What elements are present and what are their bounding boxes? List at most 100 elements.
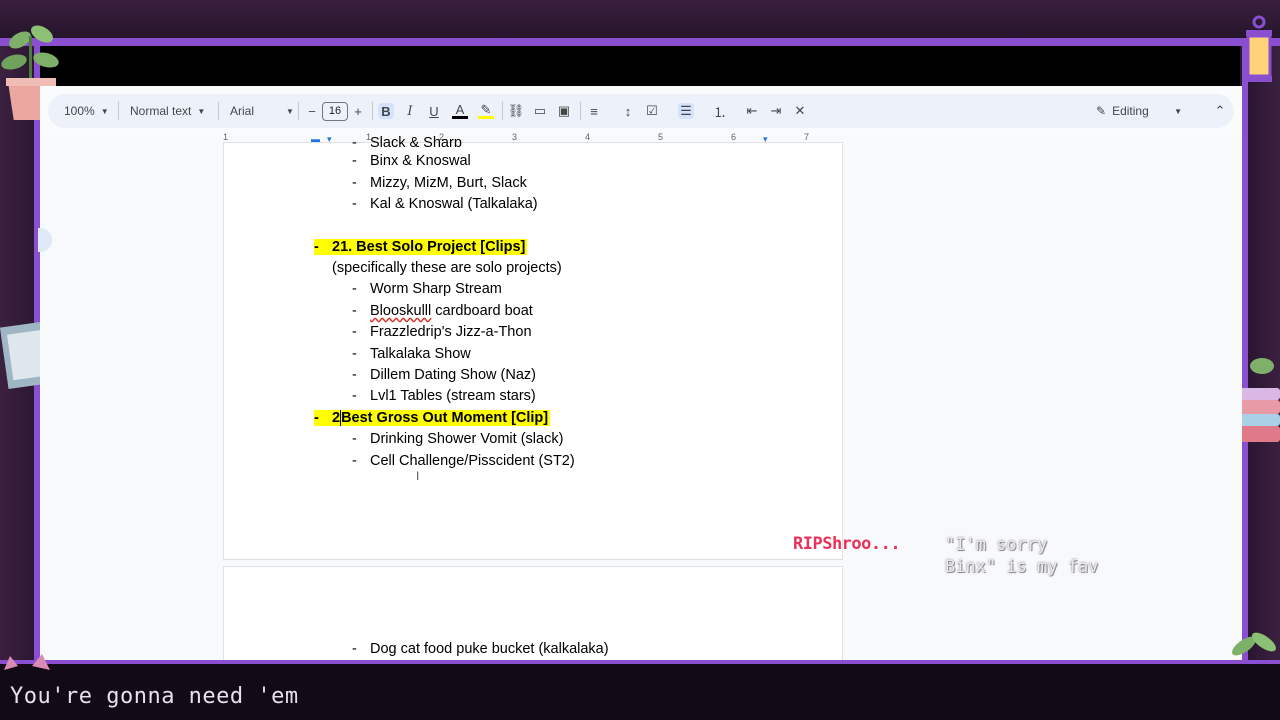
clear-formatting-icon[interactable]: ✕ bbox=[792, 103, 808, 119]
list-item-text: Binx & Knoswal bbox=[370, 153, 471, 169]
highlight-color-icon[interactable]: ✎ bbox=[478, 102, 494, 119]
chevron-up-icon[interactable]: ⌃ bbox=[1212, 103, 1228, 119]
chevron-down-icon: ▼ bbox=[1174, 106, 1182, 116]
chat-username: RIPShroo... bbox=[793, 534, 901, 554]
toolbar-divider bbox=[118, 102, 119, 120]
link-icon[interactable]: ⛓ bbox=[508, 103, 525, 119]
list-item: - Drinking Shower Vomit (slack) bbox=[352, 431, 563, 447]
list-item-text: Slack & Sharp bbox=[370, 135, 462, 147]
bullet-dash: - bbox=[352, 135, 357, 147]
list-item: - Worm Sharp Stream bbox=[352, 281, 502, 297]
chevron-down-icon: ▼ bbox=[197, 106, 206, 116]
overlay-purple-trim bbox=[0, 38, 1280, 46]
zoom-select[interactable]: 100% ▼ bbox=[64, 104, 109, 118]
bullet-dash: - bbox=[314, 410, 319, 426]
overlay-black-band bbox=[40, 46, 1240, 86]
bullet-dash: - bbox=[352, 641, 357, 657]
bullet-dash: - bbox=[352, 367, 357, 383]
bullet-dash: - bbox=[352, 153, 357, 169]
category-note: (specifically these are solo projects) bbox=[332, 260, 562, 276]
bullet-dash: - bbox=[352, 324, 357, 340]
checklist-icon[interactable]: ☑ bbox=[644, 103, 660, 119]
list-item-text: Dog cat food puke bucket (kalkalaka) bbox=[370, 641, 609, 657]
line-spacing-icon[interactable]: ↕ bbox=[620, 103, 636, 119]
overlay-top-border bbox=[0, 0, 1280, 40]
ruler-number: 6 bbox=[731, 132, 737, 142]
list-item: - Lvl1 Tables (stream stars) bbox=[352, 388, 536, 404]
pencil-icon: ✎ bbox=[1096, 104, 1107, 118]
bullet-dash: - bbox=[352, 431, 357, 447]
list-item-text: Kal & Knoswal (Talkalaka) bbox=[370, 196, 538, 212]
heading-text: 21. Best Solo Project [Clips] bbox=[332, 239, 526, 255]
document-page-2[interactable]: - Dog cat food puke bucket (kalkalaka) bbox=[223, 566, 843, 660]
bullet-dash: - bbox=[314, 239, 319, 255]
align-left-icon[interactable]: ≡ bbox=[586, 103, 602, 119]
ruler-number: 3 bbox=[512, 132, 518, 142]
style-select[interactable]: Normal text ▼ bbox=[130, 104, 205, 118]
toolbar-divider bbox=[502, 102, 503, 120]
list-item: - Cell Challenge/Pisscident (ST2) bbox=[352, 453, 575, 469]
font-select[interactable]: Arial ▼ bbox=[230, 104, 294, 118]
docs-toolbar: 100% ▼ Normal text ▼ Arial ▼ − 16 + B I U A… bbox=[40, 86, 1242, 136]
toolbar-divider bbox=[372, 102, 373, 120]
zoom-value: 100% bbox=[64, 104, 95, 118]
font-value: Arial bbox=[230, 104, 255, 118]
overlay-purple-bottom bbox=[0, 660, 1280, 664]
text-color-icon[interactable]: A bbox=[452, 102, 468, 119]
misspelled-word[interactable]: Blooskulll bbox=[370, 303, 431, 319]
list-item-text: cardboard boat bbox=[435, 303, 533, 319]
list-item-text: Cell Challenge/Pisscident (ST2) bbox=[370, 453, 575, 469]
category-heading-22: -2Best Gross Out Moment [Clip] bbox=[314, 410, 551, 426]
stream-caption: You're gonna need 'em bbox=[10, 684, 299, 709]
image-icon[interactable]: ▣ bbox=[556, 103, 572, 119]
increase-indent-icon[interactable]: ⇥ bbox=[768, 103, 784, 119]
bullet-dash: - bbox=[352, 196, 357, 212]
ruler-number: 1 bbox=[223, 132, 229, 142]
decrease-indent-icon[interactable]: ⇤ bbox=[744, 103, 760, 119]
heading-text: Best Gross Out Moment [Clip] bbox=[341, 410, 549, 426]
ruler-number: 7 bbox=[804, 132, 810, 142]
bulleted-list-icon[interactable]: ☰ bbox=[678, 103, 694, 119]
chat-message-line: "I'm sorry bbox=[945, 535, 1048, 555]
bold-icon[interactable]: B bbox=[378, 103, 394, 119]
font-size-input[interactable]: 16 bbox=[322, 102, 348, 121]
italic-icon[interactable]: I bbox=[402, 103, 418, 119]
document-page[interactable]: - Slack & Sharp - Binx & Knoswal - Mizzy, M… bbox=[223, 135, 843, 560]
toolbar-divider bbox=[298, 102, 299, 120]
list-item-text: Lvl1 Tables (stream stars) bbox=[370, 388, 536, 404]
heading-prefix: 2 bbox=[332, 410, 341, 426]
list-item: - Talkalaka Show bbox=[352, 346, 471, 362]
toolbar-divider bbox=[218, 102, 219, 120]
list-item: - Binx & Knoswal bbox=[352, 153, 471, 169]
bullet-dash: - bbox=[352, 346, 357, 362]
numbered-list-icon[interactable]: ⒈ bbox=[712, 103, 728, 120]
editing-mode-select[interactable]: ✎ Editing ▼ bbox=[1096, 104, 1182, 118]
ruler-number: 4 bbox=[585, 132, 591, 142]
bullet-dash: - bbox=[352, 303, 357, 319]
editing-mode-label: Editing bbox=[1112, 104, 1149, 118]
increase-font-size-icon[interactable]: + bbox=[350, 103, 366, 119]
ruler-number: 5 bbox=[658, 132, 664, 142]
list-item-text: Dillem Dating Show (Naz) bbox=[370, 367, 536, 383]
chevron-down-icon: ▼ bbox=[286, 106, 294, 116]
underline-icon[interactable]: U bbox=[426, 103, 442, 119]
toolbar-pill bbox=[48, 94, 1234, 128]
plant-leaves-icon bbox=[1232, 632, 1276, 656]
list-item: - Dillem Dating Show (Naz) bbox=[352, 367, 536, 383]
list-item-text: Drinking Shower Vomit (slack) bbox=[370, 431, 564, 447]
bullet-dash: - bbox=[352, 175, 357, 191]
list-item: - Blooskulll cardboard boat bbox=[352, 303, 533, 319]
list-item: - Slack & Sharp bbox=[352, 135, 462, 147]
bullet-dash: - bbox=[352, 453, 357, 469]
list-item-text: Mizzy, MizM, Burt, Slack bbox=[370, 175, 527, 191]
list-item: - Dog cat food puke bucket (kalkalaka) bbox=[352, 641, 609, 657]
list-item: - Mizzy, MizM, Burt, Slack bbox=[352, 175, 527, 191]
chat-message: "I'm sorry Binx" is my fav bbox=[945, 534, 1099, 578]
list-item-text: Talkalaka Show bbox=[370, 346, 471, 362]
comment-icon[interactable]: ▭ bbox=[532, 103, 548, 119]
decrease-font-size-icon[interactable]: − bbox=[304, 103, 320, 119]
cat-ears-icon bbox=[4, 654, 50, 670]
bullet-dash: - bbox=[352, 388, 357, 404]
category-heading-21: -21. Best Solo Project [Clips] bbox=[314, 239, 528, 255]
bullet-dash: - bbox=[352, 281, 357, 297]
